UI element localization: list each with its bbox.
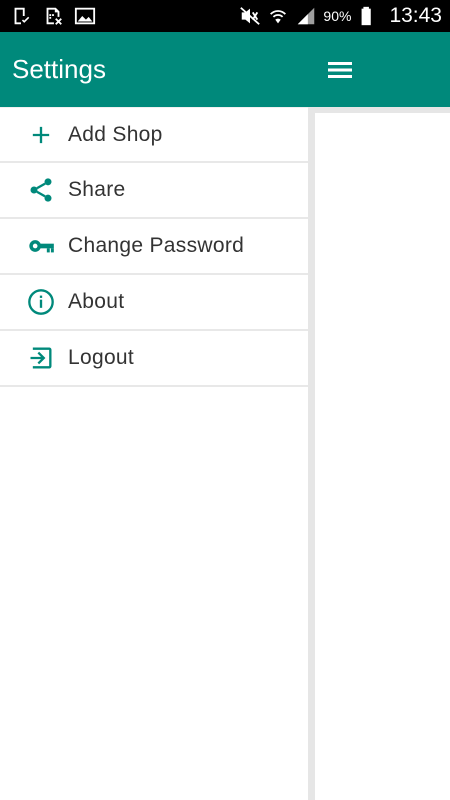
share-icon <box>27 176 55 204</box>
menu-item-share[interactable]: Share <box>0 163 308 219</box>
clock: 13:43 <box>389 4 442 27</box>
info-icon <box>27 288 55 316</box>
plus-icon <box>27 121 55 149</box>
battery-icon <box>357 5 379 27</box>
menu-item-label: Change Password <box>68 234 245 257</box>
menu-item-add-shop[interactable]: Add Shop <box>0 107 308 163</box>
menu-item-about[interactable]: About <box>0 275 308 331</box>
signal-icon <box>295 5 317 27</box>
wifi-icon <box>267 5 289 27</box>
menu-item-change-password[interactable]: Change Password <box>0 219 308 275</box>
status-bar: 90% 13:43 <box>0 0 450 32</box>
key-icon <box>27 232 55 260</box>
image-icon <box>74 5 96 27</box>
checkmark-doc-icon <box>10 5 32 27</box>
battery-percentage: 90% <box>323 8 352 24</box>
status-system: 90% 13:43 <box>239 4 442 28</box>
app-bar: Settings <box>0 32 450 107</box>
menu-button[interactable] <box>320 50 360 90</box>
logout-icon <box>27 344 55 372</box>
page-title: Settings <box>12 54 106 84</box>
content-panel <box>315 113 450 800</box>
menu-item-label: Logout <box>68 346 135 369</box>
menu-item-label: Share <box>68 178 126 201</box>
sim-x-icon <box>42 5 64 27</box>
mute-icon <box>239 5 261 27</box>
menu-item-label: About <box>68 290 125 313</box>
menu-item-logout[interactable]: Logout <box>0 331 308 387</box>
menu-item-label: Add Shop <box>68 122 163 146</box>
hamburger-icon <box>328 62 352 78</box>
status-notifications <box>10 5 96 27</box>
navigation-drawer: Add Shop Share Change Password About Log… <box>0 107 308 800</box>
